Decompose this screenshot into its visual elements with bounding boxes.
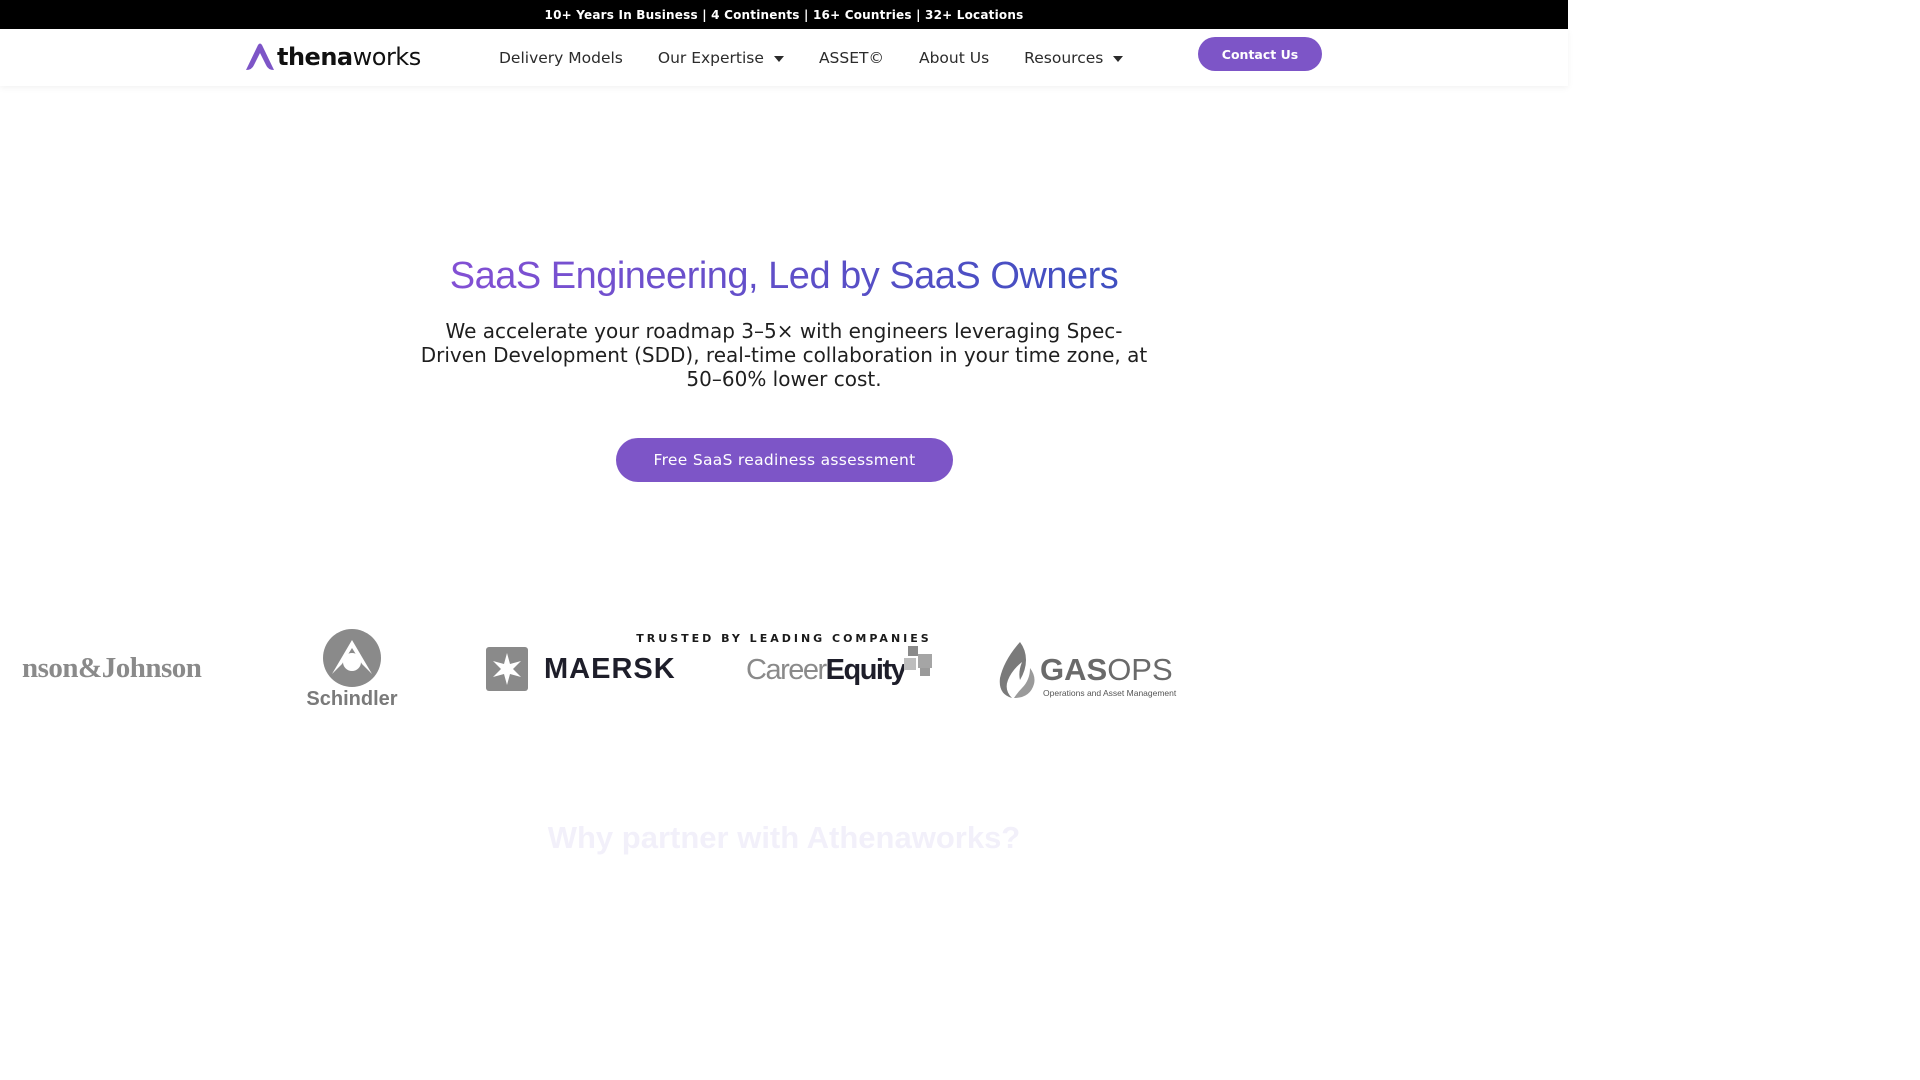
- career-equity-part1: Career: [746, 654, 827, 686]
- chevron-down-icon: [1113, 55, 1124, 62]
- nav-about-us[interactable]: About Us: [919, 49, 989, 67]
- johnson-and-johnson-logo: nson&Johnson: [22, 652, 202, 684]
- logo-wordmark-bold: thena: [277, 43, 353, 71]
- nav-our-expertise[interactable]: Our Expertise: [658, 49, 784, 67]
- gasops-flame-icon: [999, 642, 1035, 698]
- logo-a-mark-icon: [246, 43, 274, 70]
- chevron-down-icon: [773, 55, 784, 62]
- hero-title-text: SaaS Engineering, Led by SaaS Owners: [449, 255, 1119, 297]
- trusted-by-label: TRUSTED BY LEADING COMPANIES: [636, 632, 932, 645]
- main-nav: Delivery Models Our Expertise ASSET© Abo…: [499, 29, 1158, 86]
- hero-subtitle: We accelerate your roadmap 3–5× with eng…: [420, 319, 1148, 391]
- nav-asset-label: ASSET©: [818, 48, 884, 67]
- announcement-bar: 10+ Years In Business | 4 Continents | 1…: [0, 0, 1568, 29]
- announcement-text: 10+ Years In Business | 4 Continents | 1…: [544, 7, 1024, 22]
- gasops-wordmark-light: OPS: [1107, 652, 1173, 687]
- athenaworks-logo[interactable]: thenaworks: [244, 37, 421, 77]
- career-equity-squares-icon: [904, 646, 932, 676]
- gasops-tagline: Operations and Asset Management: [1043, 688, 1177, 698]
- logo-wordmark-light: works: [352, 43, 422, 71]
- nav-delivery-models-label: Delivery Models: [499, 48, 623, 67]
- free-assessment-button[interactable]: Free SaaS readiness assessment: [616, 438, 953, 482]
- nav-asset[interactable]: ASSET©: [819, 49, 884, 67]
- why-partner-heading: Why partner with Athenaworks?: [547, 820, 1021, 855]
- career-equity-part2: Equity: [825, 654, 907, 686]
- site-header: thenaworks Delivery Models Our Expertise…: [0, 29, 1568, 86]
- nav-our-expertise-label: Our Expertise: [657, 48, 764, 67]
- nav-resources[interactable]: Resources: [1024, 48, 1124, 67]
- hero-title: SaaS Engineering, Led by SaaS Owners: [0, 255, 1568, 298]
- gasops-wordmark-bold: GAS: [1040, 652, 1108, 687]
- gasops-logo: GASOPS Operations and Asset Management: [996, 640, 1176, 704]
- contact-us-button[interactable]: Contact Us: [1198, 37, 1322, 71]
- nav-about-us-label: About Us: [918, 48, 990, 67]
- logo-wordmark: thenaworks: [277, 43, 421, 71]
- nav-resources-label: Resources: [1024, 48, 1104, 67]
- maersk-logo: MAERSK: [486, 647, 676, 691]
- nav-delivery-models[interactable]: Delivery Models: [499, 49, 623, 67]
- maersk-star-icon: [486, 647, 528, 691]
- career-equity-wordmark: CareerEquity: [746, 654, 907, 687]
- gasops-wordmark: GASOPS: [1040, 652, 1173, 688]
- maersk-wordmark: MAERSK: [544, 652, 676, 685]
